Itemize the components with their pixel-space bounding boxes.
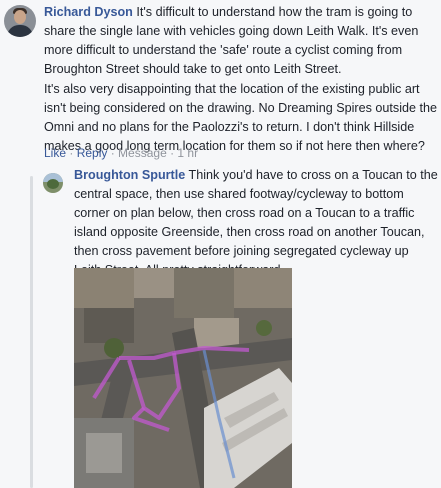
message-link[interactable]: Message bbox=[118, 146, 167, 160]
action-separator: · bbox=[107, 146, 119, 160]
reply-body: Broughton Spurtle Think you'd have to cr… bbox=[74, 166, 438, 280]
action-separator: · bbox=[166, 146, 178, 160]
aerial-photo-icon bbox=[74, 268, 292, 488]
reply-link[interactable]: Reply bbox=[77, 146, 108, 160]
comment-actions: Like · Reply · Message · 1 hr bbox=[44, 146, 198, 160]
avatar-head bbox=[14, 10, 26, 24]
avatar-body bbox=[7, 25, 33, 37]
avatar-tree bbox=[47, 179, 59, 189]
aerial-photo-attachment[interactable] bbox=[74, 268, 292, 488]
avatar-broughton-spurtle[interactable] bbox=[43, 173, 63, 193]
comment-timestamp[interactable]: 1 hr bbox=[177, 146, 198, 160]
reply-thread-rail bbox=[30, 176, 33, 488]
action-separator: · bbox=[66, 146, 77, 160]
avatar-richard-dyson[interactable] bbox=[4, 5, 36, 37]
reply-text: Think you'd have to cross on a Toucan to… bbox=[74, 168, 438, 277]
comment-body-p2: It's also very disappointing that the lo… bbox=[44, 80, 440, 156]
comment-text-p2: It's also very disappointing that the lo… bbox=[44, 82, 438, 153]
reply-author-broughton[interactable]: Broughton Spurtle bbox=[74, 168, 185, 182]
comment-author-richard[interactable]: Richard Dyson bbox=[44, 5, 133, 19]
comment-body-p1: Richard Dyson It's difficult to understa… bbox=[44, 3, 440, 79]
like-link[interactable]: Like bbox=[44, 146, 66, 160]
